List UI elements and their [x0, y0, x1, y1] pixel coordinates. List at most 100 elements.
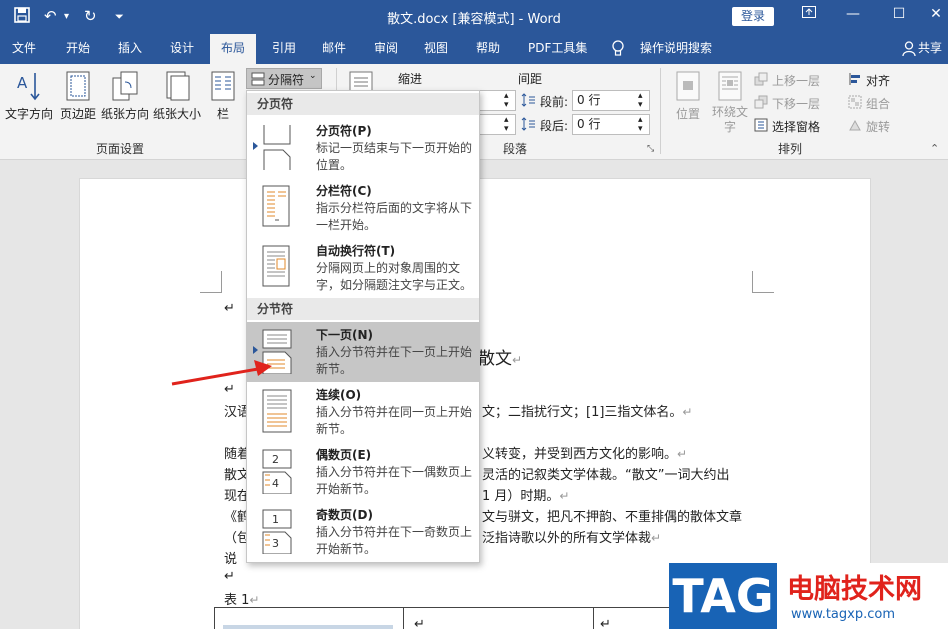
wrap-text-button[interactable]: 环绕文 字 [710, 70, 750, 135]
menu-item-description: 插入分节符并在下一页上开始新节。 [316, 345, 473, 376]
orientation-label: 纸张方向 [100, 107, 149, 121]
size-button[interactable]: 纸张大小 [152, 70, 202, 122]
bring-forward-icon [754, 72, 768, 86]
heading-text: 散文 [478, 349, 512, 369]
minimize-icon[interactable]: — [838, 6, 868, 22]
body-line-right[interactable]: 文与骈文，把凡不押韵、不重排偶的散体文章 [482, 506, 742, 525]
menu-item-description: 指示分栏符后面的文字将从下一栏开始。 [316, 201, 473, 232]
position-button[interactable]: 位置 [670, 70, 706, 122]
paragraph-mark: ↵ [559, 489, 570, 503]
menu-item-description: 标记一页结束与下一页开始的位置。 [316, 141, 473, 172]
menu-item-odd-page[interactable]: 13 奇数页(D) 插入分节符并在下一奇数页上开始新节。 [247, 502, 479, 562]
menu-item-text-wrapping-break[interactable]: 自动换行符(T) 分隔网页上的对象周围的文字，如分隔题注文字与正文。 [247, 238, 479, 298]
indent-left-spinner[interactable]: ▴ ▾ [504, 92, 509, 110]
position-icon [676, 71, 700, 101]
rotate-button[interactable]: 旋转 [866, 118, 890, 135]
page-breaks-header: 分页符 [247, 93, 479, 115]
tab-view[interactable]: 视图 [416, 34, 456, 64]
paper-size-icon [166, 71, 190, 101]
selection-pane-icon [754, 118, 768, 132]
menu-item-page-break[interactable]: 分页符(P) 标记一页结束与下一页开始的位置。 [247, 118, 479, 178]
document-heading[interactable]: 散文↵ [478, 344, 522, 369]
space-before-icon [521, 93, 535, 107]
tab-mailings[interactable]: 邮件 [314, 34, 354, 64]
body-line-left[interactable]: 说 [224, 548, 237, 567]
columns-button[interactable]: 栏 [208, 70, 238, 122]
tell-me-search[interactable]: 操作说明搜索 [632, 34, 720, 64]
tab-references[interactable]: 引用 [264, 34, 304, 64]
menu-item-even-page[interactable]: 24 偶数页(E) 插入分节符并在下一偶数页上开始新节。 [247, 442, 479, 502]
body-line-right[interactable]: 泛指诗歌以外的所有文学体裁↵ [482, 527, 661, 546]
space-after-spinner[interactable]: ▴ ▾ [638, 116, 643, 134]
tab-design[interactable]: 设计 [162, 34, 202, 64]
tab-insert[interactable]: 插入 [110, 34, 150, 64]
menu-item-title: 自动换行符(T) [316, 244, 396, 258]
menu-item-next-page[interactable]: 下一页(N) 插入分节符并在下一页上开始新节。 [247, 322, 479, 382]
indent-right-spinner[interactable]: ▴ ▾ [504, 116, 509, 134]
odd-page-icon: 13 [262, 509, 292, 554]
svg-text:4: 4 [272, 477, 279, 490]
menu-item-bullet [253, 346, 258, 354]
indent-label: 缩进 [398, 72, 423, 86]
paragraph-mark: ↵ [651, 531, 662, 545]
align-button[interactable]: 对齐 [866, 72, 890, 89]
table-caption[interactable]: 表 1↵ [224, 589, 259, 608]
table-cell-mark[interactable]: ↵ [414, 617, 425, 629]
space-after-icon [521, 117, 535, 131]
maximize-icon[interactable]: ☐ [884, 6, 914, 22]
size-label: 纸张大小 [152, 107, 201, 121]
breaks-button[interactable]: 分隔符 ⌄ [246, 68, 322, 89]
spacing-label: 间距 [518, 72, 543, 86]
close-icon[interactable]: ✕ [924, 6, 948, 22]
column-break-icon [262, 185, 290, 227]
space-before-spinner[interactable]: ▴ ▾ [638, 92, 643, 110]
text-direction-label: 文字方向 [4, 107, 53, 121]
table-image [223, 625, 393, 629]
collapse-ribbon-icon[interactable]: ⌃ [930, 142, 939, 155]
paragraph-mark: ↵ [249, 593, 260, 607]
page-setup-group-label: 页面设置 [95, 142, 144, 156]
body-line-right[interactable]: 1 月）时期。↵ [482, 485, 569, 504]
tab-help[interactable]: 帮助 [468, 34, 508, 64]
selection-pane-button[interactable]: 选择窗格 [772, 118, 820, 135]
tab-pdf-tools[interactable]: PDF工具集 [520, 34, 595, 64]
paragraph-group-label: 段落 [502, 142, 527, 156]
paragraph-mark: ↵ [677, 447, 688, 461]
group-button[interactable]: 组合 [866, 95, 890, 112]
login-button[interactable]: 登录 [732, 7, 774, 26]
table-cell-mark[interactable]: ↵ [600, 617, 611, 629]
table-border [214, 607, 684, 608]
even-page-icon: 24 [262, 449, 292, 494]
body-line-right[interactable]: 义转变，并受到西方文化的影响。↵ [482, 443, 687, 462]
next-page-icon [262, 329, 292, 374]
tab-home[interactable]: 开始 [58, 34, 98, 64]
menu-item-column-break[interactable]: 分栏符(C) 指示分栏符后面的文字将从下一栏开始。 [247, 178, 479, 238]
orientation-icon [112, 71, 138, 101]
orientation-button[interactable]: 纸张方向 [100, 70, 150, 122]
ribbon-tabs: 文件 开始 插入 设计 布局 引用 邮件 审阅 视图 帮助 PDF工具集 操作说… [0, 34, 948, 64]
breaks-chevron-down-icon: ⌄ [309, 71, 317, 81]
text-direction-button[interactable]: A 文字方向 [4, 70, 54, 122]
watermark-logo: TAG [669, 563, 777, 629]
share-button[interactable]: 共享 [914, 34, 946, 64]
menu-item-continuous[interactable]: 连续(O) 插入分节符并在同一页上开始新节。 [247, 382, 479, 442]
indent-left-field[interactable] [478, 90, 516, 111]
margins-button[interactable]: 页边距 [58, 70, 98, 122]
send-backward-button[interactable]: 下移一层 [772, 95, 820, 112]
paragraph-mark: ↵ [224, 382, 235, 397]
body-line-right[interactable]: 文；二指扰行文；[1]三指文体名。↵ [482, 401, 692, 420]
breaks-dropdown-menu: 分页符 分页符(P) 标记一页结束与下一页开始的位置。 分栏符(C) 指示分栏符… [246, 90, 480, 563]
tab-review[interactable]: 审阅 [366, 34, 406, 64]
paragraph-dialog-launcher-icon[interactable]: ⤡ [647, 144, 654, 154]
margins-label: 页边距 [59, 107, 96, 121]
body-line-right[interactable]: 灵活的记叙类文学体裁。“散文”一词大约出 [482, 464, 729, 483]
space-after-label: 段后: [540, 119, 569, 133]
menu-item-description: 分隔网页上的对象周围的文字，如分隔题注文字与正文。 [316, 261, 473, 292]
tab-layout[interactable]: 布局 [210, 34, 257, 64]
ribbon-display-icon[interactable] [794, 6, 824, 22]
breaks-label: 分隔符 [268, 73, 305, 87]
indent-right-field[interactable] [478, 114, 516, 135]
tab-file[interactable]: 文件 [4, 34, 44, 64]
table-border [593, 607, 594, 629]
bring-forward-button[interactable]: 上移一层 [772, 72, 820, 89]
